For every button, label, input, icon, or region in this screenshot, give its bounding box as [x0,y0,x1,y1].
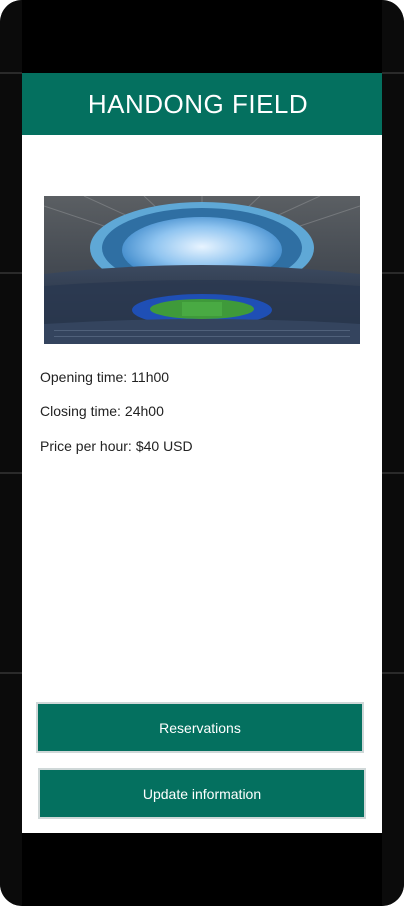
closing-time-value: 24h00 [124,403,164,419]
bezel-divider [382,72,404,74]
price-per-hour: Price per hour: $40 USD [40,438,193,454]
closing-time-label: Closing time: [40,403,121,419]
closing-time: Closing time: 24h00 [40,403,164,419]
reservations-button[interactable]: Reservations [36,702,364,753]
bezel-divider [0,672,22,674]
bezel-divider [0,272,22,274]
app-screen: HANDONG FIELD Opening time: 11h00 Closin… [22,73,382,833]
bezel-divider [0,72,22,74]
bezel-divider [0,472,22,474]
device-bezel-right [382,0,404,906]
app-header: HANDONG FIELD [22,73,382,135]
stadium-image [44,196,360,344]
price-value: $40 USD [135,438,193,454]
page-title: HANDONG FIELD [87,88,309,119]
device-bezel-left [0,0,22,906]
bezel-divider [382,472,404,474]
price-label: Price per hour: [40,438,132,454]
device-frame: HANDONG FIELD Opening time: 11h00 Closin… [0,0,404,906]
opening-time-value: 11h00 [131,369,170,385]
bezel-divider [382,272,404,274]
opening-time-label: Opening time: [40,369,128,385]
update-information-button[interactable]: Update information [38,768,366,819]
stadium-illustration [44,196,360,344]
bezel-divider [382,672,404,674]
opening-time: Opening time: 11h00 [40,369,169,385]
